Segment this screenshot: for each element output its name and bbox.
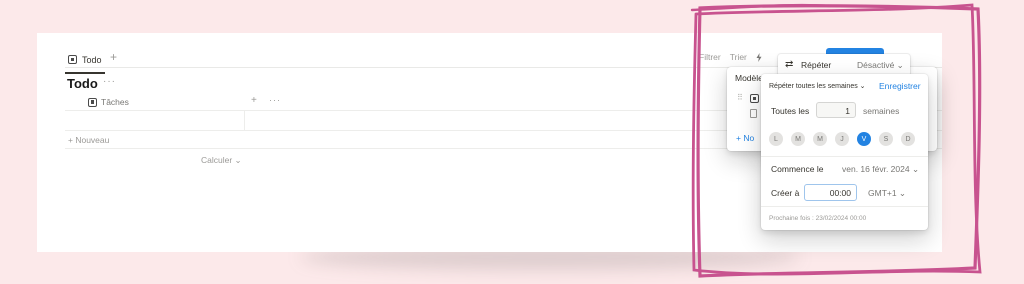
- filter-button[interactable]: Filtrer: [699, 52, 721, 62]
- repeat-header[interactable]: ⇄ Répéter Désactivé ⌄: [778, 54, 910, 76]
- add-row-button[interactable]: + Nouveau: [68, 135, 109, 145]
- save-button[interactable]: Enregistrer: [879, 81, 921, 91]
- frequency-select[interactable]: Répéter toutes les semaines ⌄: [769, 82, 866, 90]
- add-view-button[interactable]: +: [110, 50, 117, 64]
- database-icon: [88, 97, 97, 107]
- drag-handle-icon[interactable]: ⠿: [737, 93, 743, 102]
- repeat-settings-panel: Répéter toutes les semaines ⌄ Enregistre…: [761, 74, 928, 230]
- database-icon: [750, 94, 759, 103]
- weekday-monday[interactable]: L: [769, 132, 783, 146]
- weekday-thursday[interactable]: J: [835, 132, 849, 146]
- new-template-button[interactable]: + No: [736, 133, 754, 143]
- lightning-icon[interactable]: [756, 52, 762, 62]
- database-more-button[interactable]: ···: [103, 76, 116, 87]
- weekday-wednesday[interactable]: M: [813, 132, 827, 146]
- start-date-label: Commence le: [771, 164, 824, 174]
- weekday-friday[interactable]: V: [857, 132, 871, 146]
- view-tab-todo[interactable]: Todo: [65, 52, 105, 74]
- column-header-tasks[interactable]: Tâches: [88, 97, 129, 107]
- weekday-tuesday[interactable]: M: [791, 132, 805, 146]
- database-icon: [68, 55, 77, 64]
- interval-input[interactable]: 1: [816, 102, 856, 118]
- column-header-label: Tâches: [101, 97, 129, 107]
- toolbar: Filtrer Trier: [699, 52, 762, 62]
- database-title: Todo: [67, 76, 98, 91]
- timezone-select[interactable]: GMT+1 ⌄: [868, 188, 906, 199]
- templates-title: Modèle: [735, 73, 763, 83]
- repeat-label: Répéter: [801, 60, 832, 70]
- repeat-status-dropdown[interactable]: Désactivé ⌄: [857, 60, 904, 71]
- table-column-divider: [244, 110, 245, 130]
- next-run-text: Prochaine fois : 23/02/2024 00:00: [769, 215, 867, 222]
- create-time-input[interactable]: 00:00: [804, 184, 857, 201]
- panel-divider: [761, 206, 928, 207]
- sort-button[interactable]: Trier: [730, 52, 747, 62]
- document-icon: [750, 109, 757, 118]
- interval-unit: semaines: [863, 106, 900, 116]
- calculate-button[interactable]: Calculer ⌄: [201, 155, 242, 166]
- column-more-button[interactable]: ···: [269, 95, 281, 105]
- repeat-icon: ⇄: [785, 59, 794, 70]
- weekday-saturday[interactable]: S: [879, 132, 893, 146]
- start-date-picker[interactable]: ven. 16 févr. 2024 ⌄: [842, 164, 919, 175]
- interval-label: Toutes les: [771, 106, 810, 116]
- panel-divider: [761, 156, 928, 157]
- view-tab-label: Todo: [82, 54, 102, 65]
- create-time-label: Créer à: [771, 188, 800, 198]
- weekday-picker: L M M J V S D: [769, 132, 915, 146]
- weekday-sunday[interactable]: D: [901, 132, 915, 146]
- add-column-button[interactable]: +: [251, 95, 257, 106]
- active-tab-indicator: [65, 72, 105, 74]
